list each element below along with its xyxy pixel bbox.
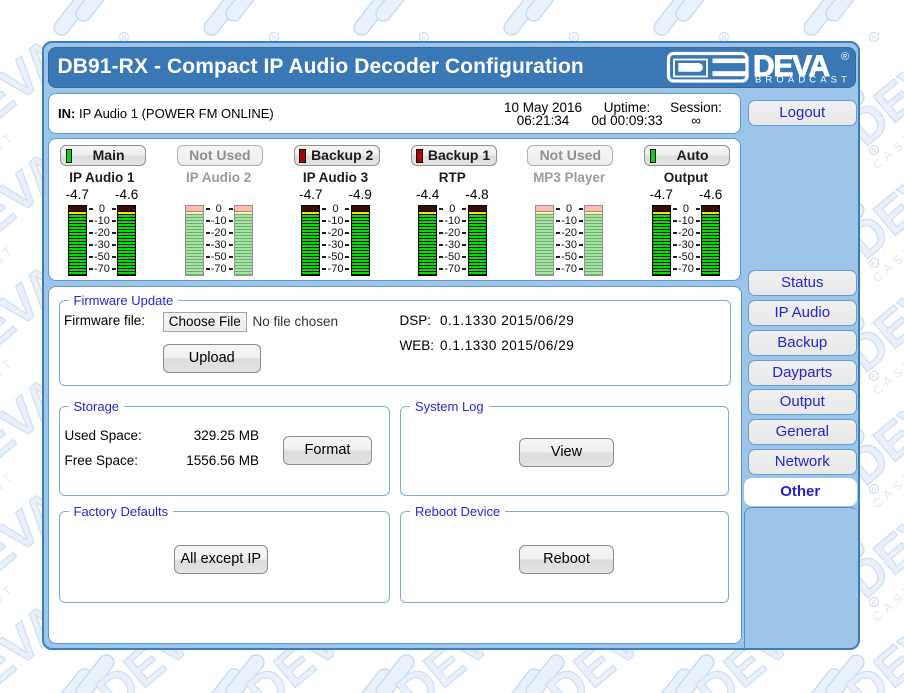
svg-text:BROADCAST: BROADCAST (755, 75, 851, 86)
svg-text:®: ® (841, 51, 849, 63)
